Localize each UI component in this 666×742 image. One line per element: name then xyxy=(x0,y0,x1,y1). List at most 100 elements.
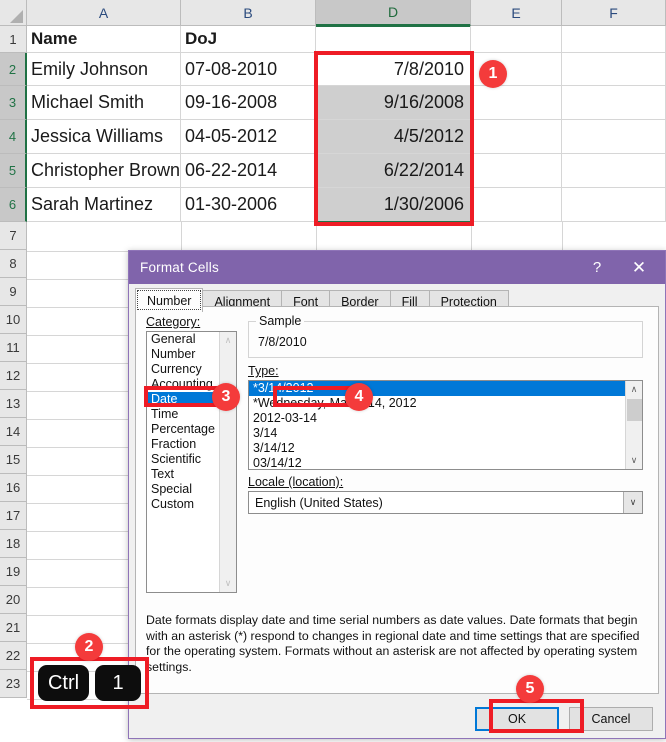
type-scroll-up-icon[interactable]: ∧ xyxy=(626,381,642,398)
type-listbox[interactable]: *3/14/2012 *Wednesday, March 14, 2012 20… xyxy=(248,380,643,470)
row-header-19[interactable]: 19 xyxy=(0,558,27,586)
row-header-15[interactable]: 15 xyxy=(0,446,27,474)
cell-f6[interactable] xyxy=(562,188,666,222)
dialog-title-bar[interactable]: Format Cells ? ✕ xyxy=(129,251,665,284)
tab-number[interactable]: Number xyxy=(135,288,204,312)
row-header-11[interactable]: 11 xyxy=(0,334,27,362)
row-header-13[interactable]: 13 xyxy=(0,390,27,418)
type-scrollbar[interactable]: ∧ ∨ xyxy=(625,381,642,469)
annotation-badge-3-label: 3 xyxy=(221,388,231,405)
column-header-e-label: E xyxy=(511,4,521,21)
category-label-text: Category: xyxy=(146,315,201,329)
type-item-3[interactable]: 3/14 xyxy=(249,426,642,441)
category-scroll-down-icon[interactable]: ∨ xyxy=(220,575,236,592)
cell-f5[interactable] xyxy=(562,154,666,188)
column-header-a[interactable]: A xyxy=(27,0,181,26)
column-header-d[interactable]: D xyxy=(316,0,471,27)
cell-b3[interactable]: 09-16-2008 xyxy=(181,86,316,120)
column-header-f[interactable]: F xyxy=(562,0,666,26)
cell-d6[interactable]: 1/30/2006 xyxy=(316,188,471,222)
column-header-e[interactable]: E xyxy=(471,0,562,26)
column-header-b-label: B xyxy=(243,4,253,21)
row-header-18[interactable]: 18 xyxy=(0,530,27,558)
row-header-9[interactable]: 9 xyxy=(0,278,27,306)
dialog-title: Format Cells xyxy=(140,260,219,275)
column-header-b[interactable]: B xyxy=(181,0,316,26)
type-item-1[interactable]: *Wednesday, March 14, 2012 xyxy=(249,396,642,411)
cell-a5-text: Christopher Brown xyxy=(31,160,181,180)
cell-b5-text: 06-22-2014 xyxy=(185,160,278,180)
row-header-14[interactable]: 14 xyxy=(0,418,27,446)
row-header-3[interactable]: 3 xyxy=(0,86,27,120)
chevron-down-icon[interactable]: ∨ xyxy=(623,492,642,513)
row-header-12[interactable]: 12 xyxy=(0,362,27,390)
cell-d4[interactable]: 4/5/2012 xyxy=(316,120,471,154)
row-header-22[interactable]: 22 xyxy=(0,642,27,670)
row-header-20[interactable]: 20 xyxy=(0,586,27,614)
row-header-2[interactable]: 2 xyxy=(0,53,27,86)
cell-d5[interactable]: 6/22/2014 xyxy=(316,154,471,188)
cancel-button[interactable]: Cancel xyxy=(569,707,653,731)
locale-combobox[interactable]: English (United States) ∨ xyxy=(248,491,643,514)
cell-a6[interactable]: Sarah Martinez xyxy=(27,188,181,222)
select-all-corner[interactable] xyxy=(0,0,27,26)
format-description: Date formats display date and time seria… xyxy=(146,613,640,674)
cell-a5[interactable]: Christopher Brown xyxy=(27,154,181,188)
type-scroll-down-glyph: ∨ xyxy=(630,455,638,465)
row-header-4[interactable]: 4 xyxy=(0,120,27,154)
category-scroll-up-icon[interactable]: ∧ xyxy=(220,332,236,349)
category-scrollbar[interactable]: ∧ ∨ xyxy=(219,332,236,592)
ok-button[interactable]: OK xyxy=(475,707,559,731)
cell-a3[interactable]: Michael Smith xyxy=(27,86,181,120)
row-header-8[interactable]: 8 xyxy=(0,250,27,278)
type-scroll-down-icon[interactable]: ∨ xyxy=(626,452,642,469)
type-item-0[interactable]: *3/14/2012 xyxy=(249,381,642,396)
cell-f3[interactable] xyxy=(562,86,666,120)
row-header-5[interactable]: 5 xyxy=(0,154,27,188)
row-header-11-label: 11 xyxy=(6,340,20,355)
row-header-10[interactable]: 10 xyxy=(0,306,27,334)
row-header-6[interactable]: 6 xyxy=(0,188,27,222)
cell-a4[interactable]: Jessica Williams xyxy=(27,120,181,154)
cell-e3[interactable] xyxy=(471,86,562,120)
cell-f4[interactable] xyxy=(562,120,666,154)
column-header-d-label: D xyxy=(387,4,399,20)
cell-b2[interactable]: 07-08-2010 xyxy=(181,53,316,86)
cell-f2[interactable] xyxy=(562,53,666,86)
cell-b4[interactable]: 04-05-2012 xyxy=(181,120,316,154)
cell-f1[interactable] xyxy=(562,26,666,53)
help-icon[interactable]: ? xyxy=(577,251,617,284)
cell-e5[interactable] xyxy=(471,154,562,188)
cell-b5[interactable]: 06-22-2014 xyxy=(181,154,316,188)
category-listbox[interactable]: General Number Currency Accounting Date … xyxy=(146,331,237,593)
cell-b1[interactable]: DoJ xyxy=(181,26,316,53)
cell-e1[interactable] xyxy=(471,26,562,53)
cell-d6-text: 1/30/2006 xyxy=(383,194,464,214)
type-item-2[interactable]: 2012-03-14 xyxy=(249,411,642,426)
row-header-21[interactable]: 21 xyxy=(0,614,27,642)
row-header-14-label: 14 xyxy=(5,424,21,439)
cell-a1[interactable]: Name xyxy=(27,26,181,53)
cell-a2[interactable]: Emily Johnson xyxy=(27,53,181,86)
row-header-12-label: 12 xyxy=(5,368,21,383)
type-scroll-thumb[interactable] xyxy=(627,399,642,421)
chevron-down-glyph: ∨ xyxy=(629,497,637,507)
row-header-17[interactable]: 17 xyxy=(0,502,27,530)
type-item-4[interactable]: 3/14/12 xyxy=(249,441,642,456)
cell-d2[interactable]: 7/8/2010 xyxy=(316,53,471,86)
cell-d3[interactable]: 9/16/2008 xyxy=(316,86,471,120)
row-header-1[interactable]: 1 xyxy=(0,26,27,53)
cell-e4[interactable] xyxy=(471,120,562,154)
cell-d1[interactable] xyxy=(316,26,471,53)
cell-e6[interactable] xyxy=(471,188,562,222)
format-cells-dialog[interactable]: Format Cells ? ✕ Number Alignment Font B… xyxy=(128,250,666,739)
close-icon[interactable]: ✕ xyxy=(619,251,659,284)
type-item-5[interactable]: 03/14/12 xyxy=(249,456,642,469)
row-header-16[interactable]: 16 xyxy=(0,474,27,502)
cell-b6[interactable]: 01-30-2006 xyxy=(181,188,316,222)
row-header-23[interactable]: 23 xyxy=(0,670,27,698)
row-header-22-label: 22 xyxy=(5,648,21,663)
row-header-7[interactable]: 7 xyxy=(0,222,27,250)
sheet-row-7[interactable] xyxy=(27,222,666,252)
cell-a1-text: Name xyxy=(31,29,78,48)
